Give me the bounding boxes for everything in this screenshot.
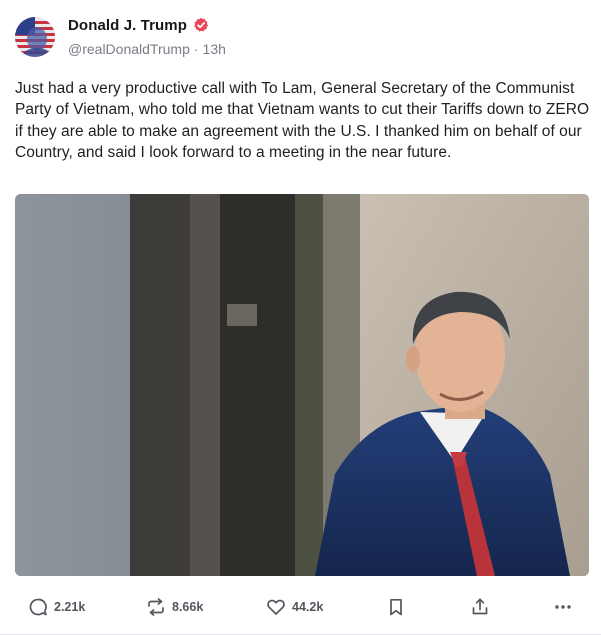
post-timestamp[interactable]: 13h xyxy=(203,41,226,57)
more-options-button[interactable] xyxy=(553,592,573,622)
flag-portrait-avatar xyxy=(15,17,55,57)
author-handle[interactable]: @realDonaldTrump xyxy=(68,41,190,57)
post-actions-bar: 2.21k 8.66k 44.2k xyxy=(0,592,601,622)
verified-badge-icon xyxy=(193,17,209,33)
reply-button[interactable]: 2.21k xyxy=(28,592,85,622)
share-button[interactable] xyxy=(470,592,490,622)
author-meta-row: @realDonaldTrump · 13h xyxy=(68,41,226,57)
share-icon xyxy=(472,598,488,615)
post-text: Just had a very productive call with To … xyxy=(15,80,590,161)
reply-count: 2.21k xyxy=(54,600,86,614)
like-button[interactable]: 44.2k xyxy=(266,592,323,622)
reply-icon xyxy=(29,598,47,616)
avatar[interactable] xyxy=(15,17,55,57)
post-media-image[interactable] xyxy=(15,194,589,576)
bookmark-icon xyxy=(390,598,402,616)
retruth-icon xyxy=(148,598,164,616)
retruth-button[interactable]: 8.66k xyxy=(146,592,203,622)
display-name[interactable]: Donald J. Trump xyxy=(68,17,187,34)
bookmark-button[interactable] xyxy=(386,592,406,622)
post-card: Donald J. Trump @realDonaldTrump · 13h J… xyxy=(0,0,601,635)
photo-man-in-navy-suit-red-tie xyxy=(15,194,589,576)
like-count: 44.2k xyxy=(292,600,324,614)
more-icon xyxy=(555,605,571,609)
heart-icon xyxy=(267,599,285,615)
author-name-row: Donald J. Trump xyxy=(68,15,209,35)
meta-separator: · xyxy=(193,41,199,57)
retruth-count: 8.66k xyxy=(172,600,204,614)
